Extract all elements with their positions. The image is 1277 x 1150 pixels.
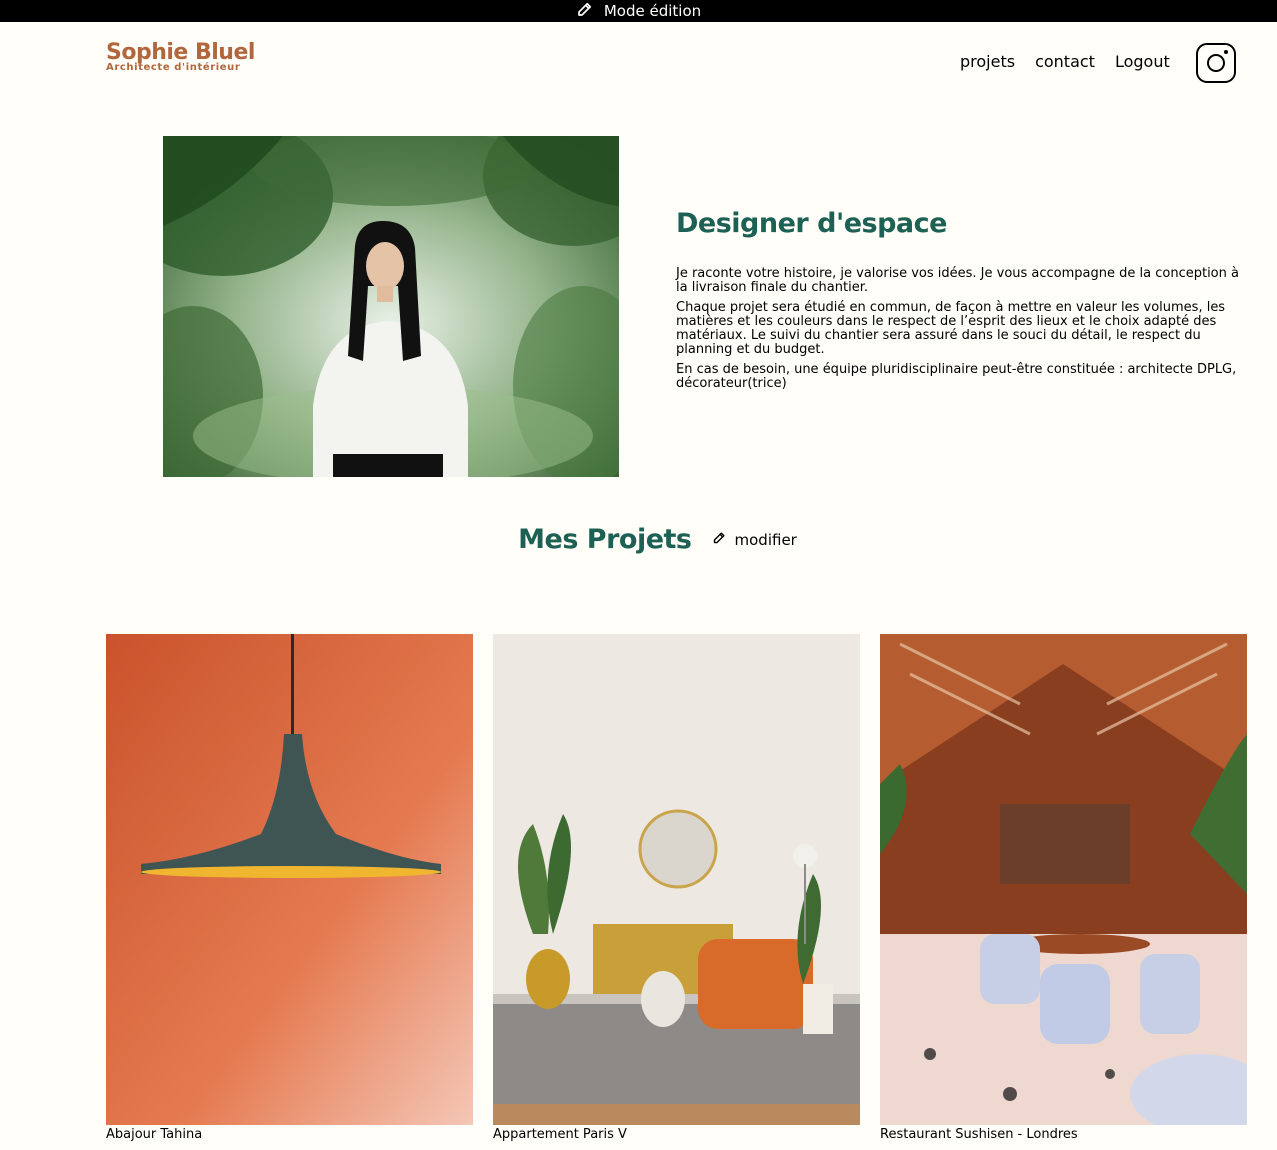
main-nav: projets contact Logout [960, 52, 1170, 71]
nav-item-contact[interactable]: contact [1035, 52, 1095, 71]
projects-header: Mes Projets modifier [0, 524, 1277, 555]
project-caption: Appartement Paris V [493, 1127, 627, 1142]
modify-button[interactable]: modifier [712, 530, 797, 549]
project-image [880, 634, 1247, 1125]
project-card[interactable]: Abajour Tahina [106, 634, 473, 1142]
intro-paragraph-3: En cas de besoin, une équipe pluridiscip… [676, 362, 1237, 391]
project-image [106, 634, 473, 1125]
projects-title: Mes Projets [518, 524, 692, 555]
intro-title: Designer d'espace [676, 208, 947, 239]
edit-icon [576, 0, 594, 22]
intro-paragraph-1: Je raconte votre histoire, je valorise v… [676, 266, 1239, 295]
intro-paragraph-2: Chaque projet sera étudié en commun, de … [676, 300, 1226, 357]
nav-item-logout[interactable]: Logout [1115, 52, 1170, 71]
edit-mode-label: Mode édition [603, 2, 702, 20]
projects-gallery: Abajour Tahina Appartement Paris V Resta… [106, 634, 1247, 1142]
edit-mode-bar: Mode édition [0, 0, 1277, 22]
logo-subtitle: Architecte d'intérieur [106, 62, 241, 73]
site-logo[interactable]: Sophie Bluel Architecte d'intérieur [106, 40, 255, 73]
nav-item-projets[interactable]: projets [960, 52, 1015, 71]
edit-icon [712, 530, 727, 549]
project-caption: Abajour Tahina [106, 1127, 203, 1142]
project-caption: Restaurant Sushisen - Londres [880, 1127, 1078, 1142]
intro-section: Designer d'espace Je raconte votre histo… [676, 208, 1251, 397]
project-card[interactable]: Restaurant Sushisen - Londres [880, 634, 1247, 1142]
architect-portrait [163, 136, 619, 477]
project-card[interactable]: Appartement Paris V [493, 634, 860, 1142]
instagram-icon[interactable] [1196, 43, 1236, 83]
modify-label: modifier [734, 530, 797, 549]
project-image [493, 634, 860, 1125]
